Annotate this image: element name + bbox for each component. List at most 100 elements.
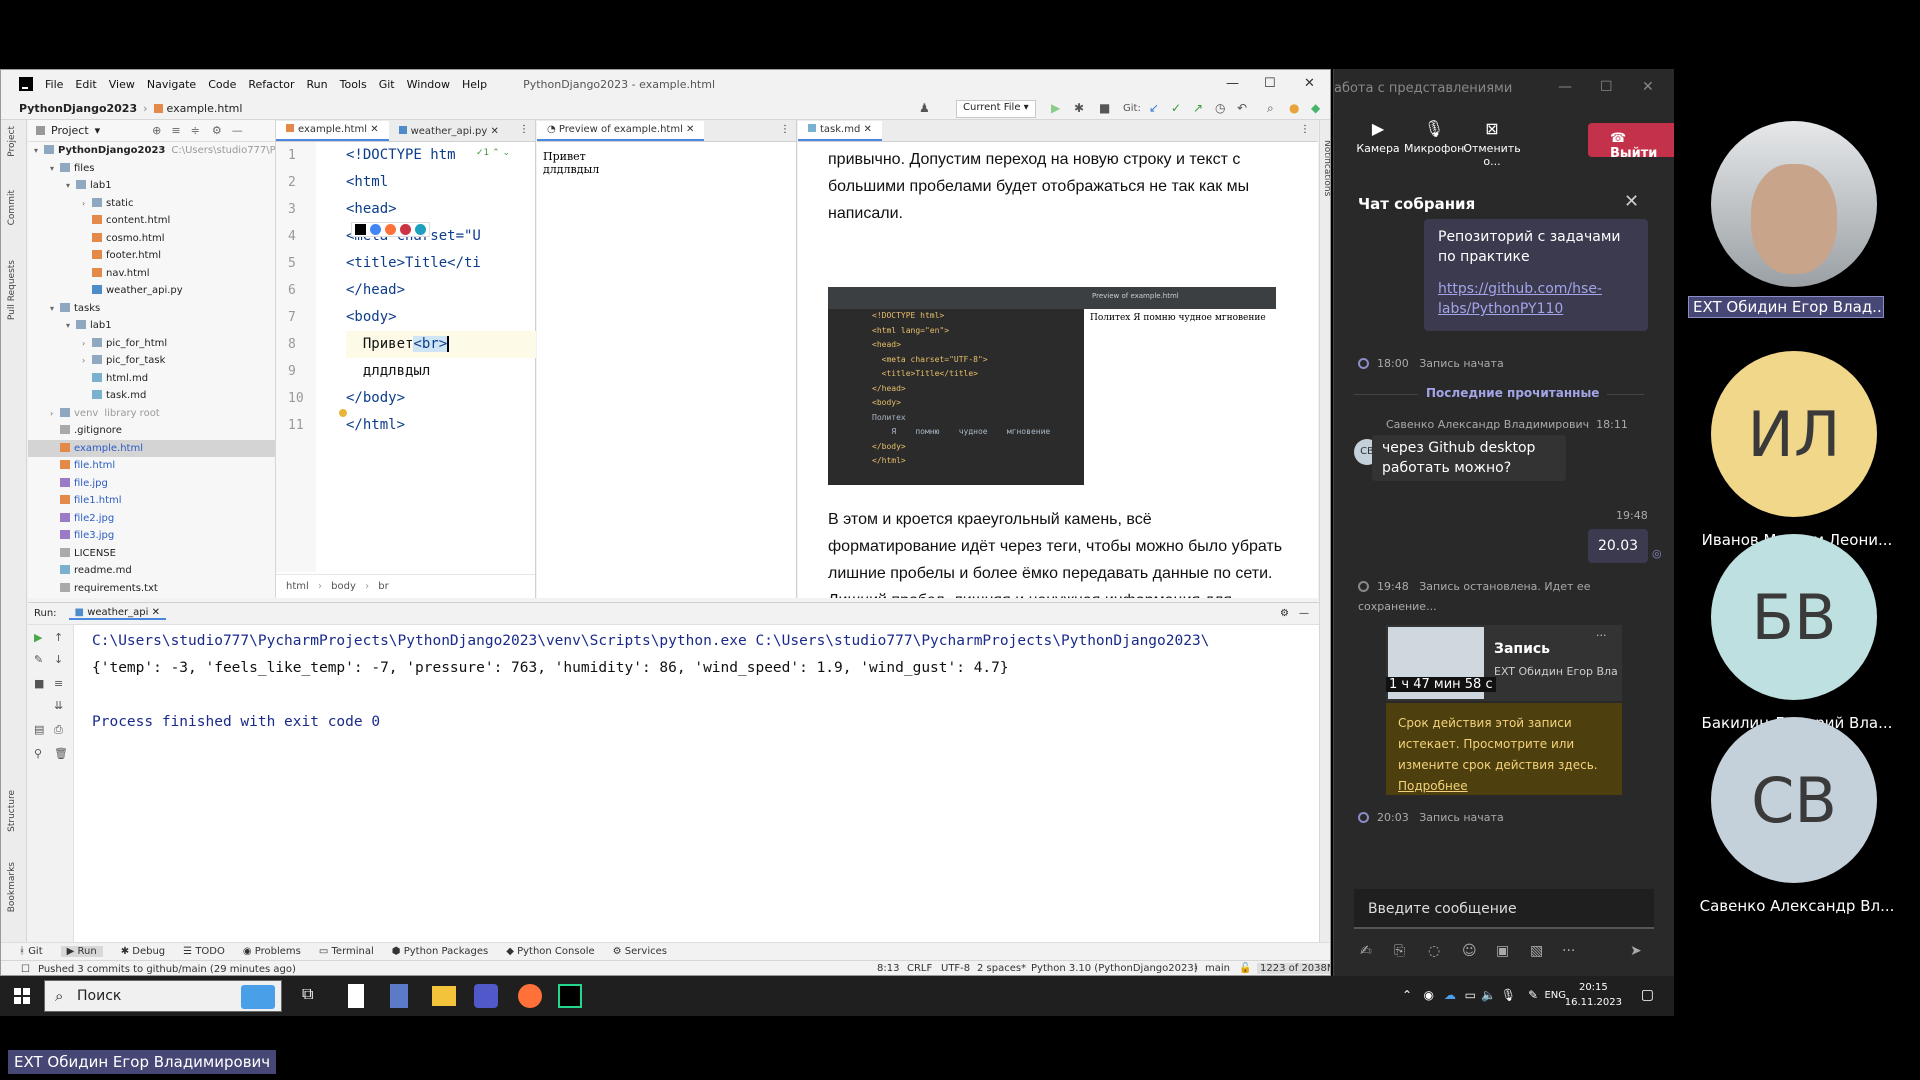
layout-icon[interactable]: ▤ [34, 723, 44, 736]
leave-button[interactable]: ☎ Выйти [1588, 123, 1678, 161]
send-icon[interactable]: ➤ [1630, 943, 1642, 959]
status-icon[interactable]: ☐ [21, 964, 30, 975]
recording-card[interactable]: 1 ч 47 мин 58 с Запись EXT Обидин Егор В… [1386, 625, 1622, 701]
strip-bookmarks[interactable]: Bookmarks [7, 862, 17, 912]
tree-item[interactable]: weather_api.py [28, 282, 275, 300]
more-options-icon[interactable]: ··· [1562, 943, 1575, 959]
menu-item-help[interactable]: Help [462, 78, 487, 91]
tab-close-icon[interactable]: ✕ [686, 124, 694, 135]
notifications-icon[interactable]: ▢ [1641, 987, 1654, 1003]
maximize-icon[interactable]: ☐ [1264, 76, 1276, 91]
tree-item[interactable]: html.md [28, 370, 275, 388]
chrome-icon[interactable] [370, 224, 381, 235]
print-icon[interactable]: ⎙ [54, 723, 63, 737]
participant-avatar[interactable]: СВ [1711, 717, 1877, 883]
status-message[interactable]: Pushed 3 commits to github/main (29 minu… [38, 964, 296, 975]
soft-wrap-icon[interactable]: ≡ [54, 677, 63, 690]
tab-close-icon[interactable]: ✕ [864, 124, 872, 135]
search-icon[interactable]: ⌕ [1267, 101, 1274, 116]
nav-file[interactable]: example.html [167, 102, 243, 115]
tree-item[interactable]: file.html [28, 457, 275, 475]
tool-tab-run[interactable]: ▶ Run [60, 946, 103, 957]
code-area[interactable]: <!DOCTYPE htm<html<head> <meta charset="… [346, 142, 536, 572]
tool-tab-terminal[interactable]: ▭ Terminal [319, 946, 374, 957]
chevron-down-icon[interactable]: ▾ [34, 142, 44, 160]
crumb-br[interactable]: br [378, 581, 388, 592]
tab-weather-api[interactable]: weather_api.py ✕ [389, 123, 509, 141]
calculator-icon[interactable] [390, 984, 408, 1008]
expand-all-icon[interactable]: ≡ [171, 124, 180, 137]
pin-icon[interactable]: ⚲ [34, 747, 42, 760]
tree-item[interactable]: .gitignore [28, 422, 275, 440]
tree-item[interactable]: file1.html [28, 492, 275, 510]
minimize-icon[interactable]: — [1226, 76, 1239, 91]
menu-item-file[interactable]: File [45, 78, 63, 91]
collapse-all-icon[interactable]: ≑ [191, 124, 200, 137]
tree-item[interactable]: › pic_for_html [28, 335, 275, 353]
network-icon[interactable]: ▭ [1465, 988, 1476, 1002]
wrench-icon[interactable]: ✎ [34, 653, 43, 666]
python-interpreter[interactable]: Python 3.10 (PythonDjango2023) [1031, 963, 1198, 974]
tab-menu-icon[interactable]: ⋮ [1300, 124, 1310, 135]
tree-item[interactable]: ▾ lab1 [28, 177, 275, 195]
debug-icon[interactable]: ✱ [1074, 101, 1084, 115]
tab-close-icon[interactable]: ✕ [152, 607, 160, 618]
close-icon[interactable]: ✕ [1304, 76, 1315, 91]
chat-close-icon[interactable]: ✕ [1624, 191, 1639, 212]
meet-icon[interactable]: ◉ [1424, 988, 1434, 1002]
share-button[interactable]: ⊠ Отменить о... [1462, 119, 1522, 168]
menu-item-tools[interactable]: Tools [340, 78, 367, 91]
project-view-select[interactable]: Project [51, 124, 89, 137]
crumb-html[interactable]: html [286, 581, 309, 592]
updates-icon[interactable]: ● [1289, 101, 1299, 115]
format-icon[interactable]: ✍ [1360, 943, 1372, 959]
git-push-icon[interactable]: ↗ [1193, 101, 1203, 115]
repo-link[interactable]: https://github.com/hse-labs/PythonPY110 [1438, 279, 1634, 319]
strip-structure[interactable]: Structure [7, 790, 17, 832]
inspection-status-icon[interactable]: ✓1 ⌃ ⌄ [476, 148, 510, 158]
firefox-icon[interactable] [385, 224, 396, 235]
nav-project[interactable]: PythonDjango2023 [19, 102, 137, 115]
crumb-body[interactable]: body [331, 581, 356, 592]
tool-tab-todo[interactable]: ☰ TODO [183, 946, 225, 957]
chevron-right-icon[interactable]: › [82, 335, 92, 353]
scroll-end-icon[interactable]: ⇊ [54, 699, 63, 712]
tree-item[interactable]: › venv library root [28, 405, 275, 423]
more-options-icon[interactable]: ··· [1596, 629, 1607, 642]
hide-panel-icon[interactable]: — [1299, 608, 1309, 619]
tab-menu-icon[interactable]: ⋮ [519, 124, 529, 135]
menu-item-code[interactable]: Code [208, 78, 236, 91]
locate-icon[interactable]: ⊕ [152, 124, 161, 137]
git-update-icon[interactable]: ↙ [1149, 101, 1159, 115]
git-commit-icon[interactable]: ✓ [1171, 101, 1181, 115]
tree-item[interactable]: cosmo.html [28, 230, 275, 248]
strip-commit[interactable]: Commit [7, 190, 17, 225]
attach-icon[interactable]: ⎘ [1394, 943, 1405, 959]
rerun-icon[interactable]: ▶ [34, 631, 42, 644]
tree-item[interactable]: ▾ files [28, 160, 275, 178]
menu-item-run[interactable]: Run [307, 78, 328, 91]
scroll-down-icon[interactable]: ↓ [54, 653, 63, 666]
stop-icon[interactable]: ■ [34, 677, 44, 690]
run-config-select[interactable]: Current File ▾ [956, 100, 1036, 118]
memory-indicator[interactable]: 1223 of 2038M [1257, 963, 1330, 974]
tree-item[interactable]: ▾ PythonDjango2023 C:\Users\studio777\Py [28, 142, 275, 160]
emoji-icon[interactable]: ☺ [1462, 943, 1477, 959]
tab-preview[interactable]: ◔ Preview of example.html ✕ [537, 121, 705, 141]
strip-pull-requests[interactable]: Pull Requests [7, 260, 17, 320]
tree-item[interactable]: file.jpg [28, 475, 275, 493]
tab-close-icon[interactable]: ✕ [490, 126, 498, 137]
menu-item-navigate[interactable]: Navigate [147, 78, 196, 91]
pen-icon[interactable]: ✎ [1528, 988, 1538, 1002]
chevron-right-icon[interactable]: › [50, 405, 60, 423]
hide-panel-icon[interactable]: — [232, 124, 243, 137]
file-encoding[interactable]: UTF-8 [941, 963, 970, 974]
chevron-down-icon[interactable]: ▾ [95, 124, 101, 137]
chevron-down-icon[interactable]: ▾ [50, 160, 60, 178]
scroll-up-icon[interactable]: ↑ [54, 631, 63, 644]
participant-video[interactable] [1711, 121, 1877, 287]
menu-item-git[interactable]: Git [379, 78, 395, 91]
microphone-icon[interactable]: 🎙 [1501, 988, 1516, 1002]
tool-tab-python-packages[interactable]: ⬢ Python Packages [392, 946, 488, 957]
expiry-link[interactable]: Подробнее [1398, 776, 1610, 797]
